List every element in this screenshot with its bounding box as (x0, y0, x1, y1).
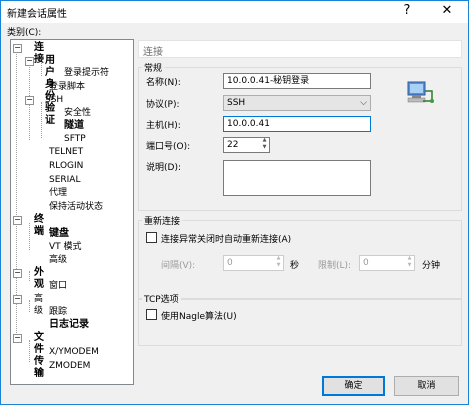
pane-title: 连接 (143, 47, 163, 58)
name-input[interactable]: 10.0.0.41-秘钥登录 (223, 73, 371, 89)
collapse-icon[interactable]: − (13, 334, 22, 343)
interval-unit: 秒 (290, 261, 300, 271)
tree-line (41, 102, 42, 138)
tree-item-terminal-advanced[interactable]: 高级 (49, 254, 67, 266)
close-button[interactable]: ✕ (427, 1, 467, 23)
nagle-label: 使用Nagle算法(U) (161, 312, 237, 322)
nagle-checkbox[interactable] (146, 309, 157, 320)
pane-header: 连接 (138, 40, 462, 58)
general-group-label: 常规 (142, 61, 165, 74)
dialog-body: 类别(C): − 连接 − 用户身份验证 登录提示符 登录脚本 − SSH 安全… (1, 23, 468, 404)
ok-button[interactable]: 确定 (322, 376, 385, 396)
port-spinner[interactable]: ▲ ▼ (260, 137, 269, 153)
tree-item-vt-mode[interactable]: VT 模式 (49, 241, 82, 253)
interval-spinner: ▲ ▼ (274, 255, 283, 271)
tree-item-security[interactable]: 安全性 (64, 107, 91, 119)
tree-item-sftp[interactable]: SFTP (64, 133, 86, 145)
interval-label: 间隔(V): (161, 261, 196, 271)
limit-spinner: ▲ ▼ (405, 255, 414, 271)
category-tree[interactable]: − 连接 − 用户身份验证 登录提示符 登录脚本 − SSH 安全性 隧道 SF… (10, 39, 134, 385)
window-title: 新建会话属性 (7, 9, 67, 20)
description-textarea[interactable] (223, 160, 371, 196)
tree-line (29, 271, 30, 281)
network-computer-icon (405, 79, 435, 107)
collapse-icon[interactable]: − (13, 269, 22, 278)
collapse-icon[interactable]: − (13, 295, 22, 304)
tree-item-tunnel[interactable]: 隧道 (64, 120, 84, 132)
port-label: 端口号(O): (146, 142, 191, 152)
tcp-group (138, 298, 462, 346)
auto-reconnect-checkbox[interactable] (146, 232, 157, 243)
tcp-group-label: TCP选项 (142, 292, 181, 305)
tree-line (29, 340, 30, 362)
tree-item-login-prompt[interactable]: 登录提示符 (64, 67, 109, 79)
tree-item-proxy[interactable]: 代理 (49, 187, 67, 199)
tree-item-logging[interactable]: 日志记录 (49, 319, 89, 331)
name-label: 名称(N): (146, 78, 181, 88)
tree-item-trace[interactable]: 跟踪 (49, 306, 67, 318)
limit-unit: 分钟 (422, 261, 441, 271)
help-button[interactable]: ? (387, 1, 427, 23)
tree-item-zmodem[interactable]: ZMODEM (49, 360, 90, 372)
spin-down-icon[interactable]: ▼ (260, 144, 269, 151)
host-input[interactable]: 10.0.0.41 (223, 116, 371, 132)
dialog-window: 新建会话属性 ? ✕ 类别(C): − 连接 − 用户身份验证 登录提示符 登录… (0, 0, 469, 405)
tree-line (29, 300, 30, 312)
tree-item-window[interactable]: 窗口 (49, 280, 67, 292)
cancel-button[interactable]: 取消 (394, 376, 459, 396)
protocol-label: 协议(P): (146, 100, 180, 110)
spin-up-icon: ▲ (276, 255, 281, 261)
tree-item-keepalive[interactable]: 保持活动状态 (49, 201, 103, 213)
protocol-select[interactable]: SSH ⌵ (223, 95, 371, 111)
chevron-down-icon: ⌵ (360, 98, 367, 108)
description-label: 说明(D): (146, 163, 181, 173)
spin-up-icon: ▲ (407, 255, 412, 261)
spin-down-icon: ▼ (276, 262, 281, 268)
collapse-icon[interactable]: − (13, 216, 22, 225)
collapse-icon[interactable]: − (25, 96, 34, 105)
limit-label: 限制(L): (318, 261, 352, 271)
tree-item-telnet[interactable]: TELNET (49, 146, 83, 158)
protocol-value: SSH (227, 98, 246, 108)
limit-input: 0 ▲ ▼ (359, 255, 415, 271)
tree-item-rlogin[interactable]: RLOGIN (49, 160, 83, 172)
collapse-icon[interactable]: − (25, 57, 34, 66)
tree-item-keyboard[interactable]: 键盘 (49, 228, 69, 240)
title-bar: 新建会话属性 ? ✕ (1, 1, 468, 23)
interval-input: 0 ▲ ▼ (223, 255, 284, 271)
tree-item-login-script[interactable]: 登录脚本 (49, 81, 85, 93)
category-label: 类别(C): (7, 28, 42, 38)
spin-up-icon[interactable]: ▲ (260, 137, 269, 144)
host-label: 主机(H): (146, 121, 181, 131)
port-input[interactable]: 22 ▲ ▼ (223, 137, 270, 153)
tree-item-xymodem[interactable]: X/YMODEM (49, 346, 99, 358)
collapse-icon[interactable]: − (13, 44, 22, 53)
auto-reconnect-label: 连接异常关闭时自动重新连接(A) (161, 235, 292, 245)
tree-item-serial[interactable]: SERIAL (49, 174, 80, 186)
reconnect-group-label: 重新连接 (142, 214, 183, 227)
spin-down-icon: ▼ (407, 262, 412, 268)
tree-line (29, 223, 30, 250)
